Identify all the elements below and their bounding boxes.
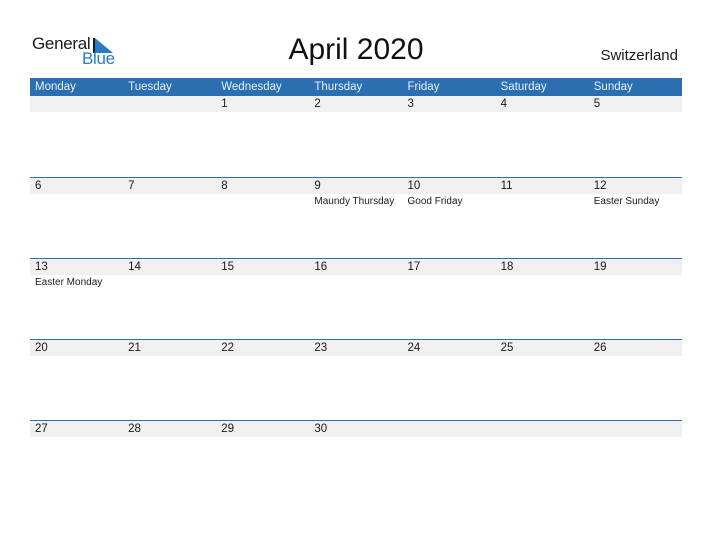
week-row: 27 28 29 30 <box>30 420 682 501</box>
day-cell[interactable]: 11 <box>496 177 589 258</box>
day-cell[interactable]: 12 Easter Sunday <box>589 177 682 258</box>
day-number: 15 <box>221 261 235 273</box>
day-number: 6 <box>35 180 42 192</box>
day-cell[interactable]: 3 <box>403 95 496 176</box>
country-label: Switzerland <box>600 47 678 64</box>
week-row: 1 2 3 4 5 <box>30 95 682 176</box>
day-number: 10 <box>407 180 421 192</box>
day-cell[interactable]: 5 <box>589 95 682 176</box>
weekday-wednesday: Wednesday <box>221 81 282 93</box>
day-number: 2 <box>314 98 321 110</box>
day-cell[interactable]: 20 <box>30 339 123 420</box>
week-row: 6 7 8 9 Maundy Thursday 10 Good Friday 11 12 East… <box>30 177 682 258</box>
day-cell[interactable]: 30 <box>309 420 402 501</box>
day-number: 14 <box>128 261 141 273</box>
day-number: 9 <box>314 180 321 192</box>
weekday-friday: Friday <box>407 81 440 93</box>
day-number: 12 <box>593 180 607 192</box>
day-cell[interactable]: 18 <box>496 258 589 339</box>
day-cell[interactable]: 4 <box>496 95 589 176</box>
day-cell[interactable]: 19 <box>589 258 682 339</box>
day-cell[interactable]: 6 <box>30 177 123 258</box>
day-cell[interactable]: 7 <box>123 177 216 258</box>
day-cell[interactable]: 2 <box>309 95 402 176</box>
day-cell[interactable]: 14 <box>123 258 216 339</box>
day-number: 30 <box>314 423 328 435</box>
day-cell[interactable]: 26 <box>589 339 682 420</box>
day-cell[interactable]: 21 <box>123 339 216 420</box>
weekday-thursday: Thursday <box>314 81 363 93</box>
day-cell[interactable]: 24 <box>403 339 496 420</box>
day-number: 13 <box>35 261 48 273</box>
week-row: 20 21 22 23 24 25 26 <box>30 339 682 420</box>
day-cell[interactable]: 28 <box>123 420 216 501</box>
day-cell[interactable]: 9 Maundy Thursday <box>309 177 402 258</box>
day-cell[interactable] <box>403 420 496 501</box>
day-number: 7 <box>128 180 135 192</box>
holiday-label: Maundy Thursday <box>314 196 395 207</box>
day-number: 4 <box>500 98 508 110</box>
holiday-label: Good Friday <box>407 196 463 207</box>
day-cell[interactable] <box>30 95 123 176</box>
day-cell[interactable] <box>123 95 216 176</box>
weekday-header: Monday Tuesday Wednesday Thursday Friday… <box>30 78 682 96</box>
day-cell[interactable]: 15 <box>216 258 309 339</box>
day-number: 29 <box>221 423 235 435</box>
day-number: 22 <box>221 342 235 354</box>
day-cell[interactable]: 16 <box>309 258 402 339</box>
day-number: 3 <box>407 98 414 110</box>
day-cell[interactable]: 22 <box>216 339 309 420</box>
day-number: 21 <box>128 342 141 354</box>
day-number: 8 <box>221 180 228 192</box>
day-cell[interactable]: 1 <box>216 95 309 176</box>
day-cell[interactable]: 23 <box>309 339 402 420</box>
day-cell[interactable]: 13 Easter Monday <box>30 258 123 339</box>
day-cell[interactable]: 10 Good Friday <box>403 177 496 258</box>
day-number: 26 <box>593 342 607 354</box>
day-number: 23 <box>314 342 328 354</box>
day-cell[interactable] <box>496 420 589 501</box>
day-cell[interactable]: 29 <box>216 420 309 501</box>
day-number: 27 <box>35 423 48 435</box>
day-number: 18 <box>500 261 514 273</box>
day-number: 11 <box>500 180 513 192</box>
day-cell[interactable]: 25 <box>496 339 589 420</box>
week-row: 13 Easter Monday 14 15 16 17 18 19 <box>30 258 682 339</box>
day-number: 1 <box>221 98 228 110</box>
day-cell[interactable] <box>589 420 682 501</box>
weekday-sunday: Sunday <box>593 81 633 93</box>
day-number: 17 <box>407 261 421 273</box>
holiday-label: Easter Sunday <box>593 196 660 207</box>
day-cell[interactable]: 17 <box>403 258 496 339</box>
day-number: 25 <box>500 342 514 354</box>
weekday-tuesday: Tuesday <box>128 81 172 93</box>
day-cell[interactable]: 27 <box>30 420 123 501</box>
day-number: 28 <box>128 423 141 435</box>
weekday-monday: Monday <box>35 81 76 93</box>
day-number: 24 <box>407 342 421 354</box>
day-number: 5 <box>593 98 601 110</box>
day-number: 20 <box>35 342 48 354</box>
holiday-label: Easter Monday <box>35 277 103 288</box>
weekday-saturday: Saturday <box>500 81 547 93</box>
day-number: 19 <box>593 261 607 273</box>
day-cell[interactable]: 8 <box>216 177 309 258</box>
day-number: 16 <box>314 261 328 273</box>
